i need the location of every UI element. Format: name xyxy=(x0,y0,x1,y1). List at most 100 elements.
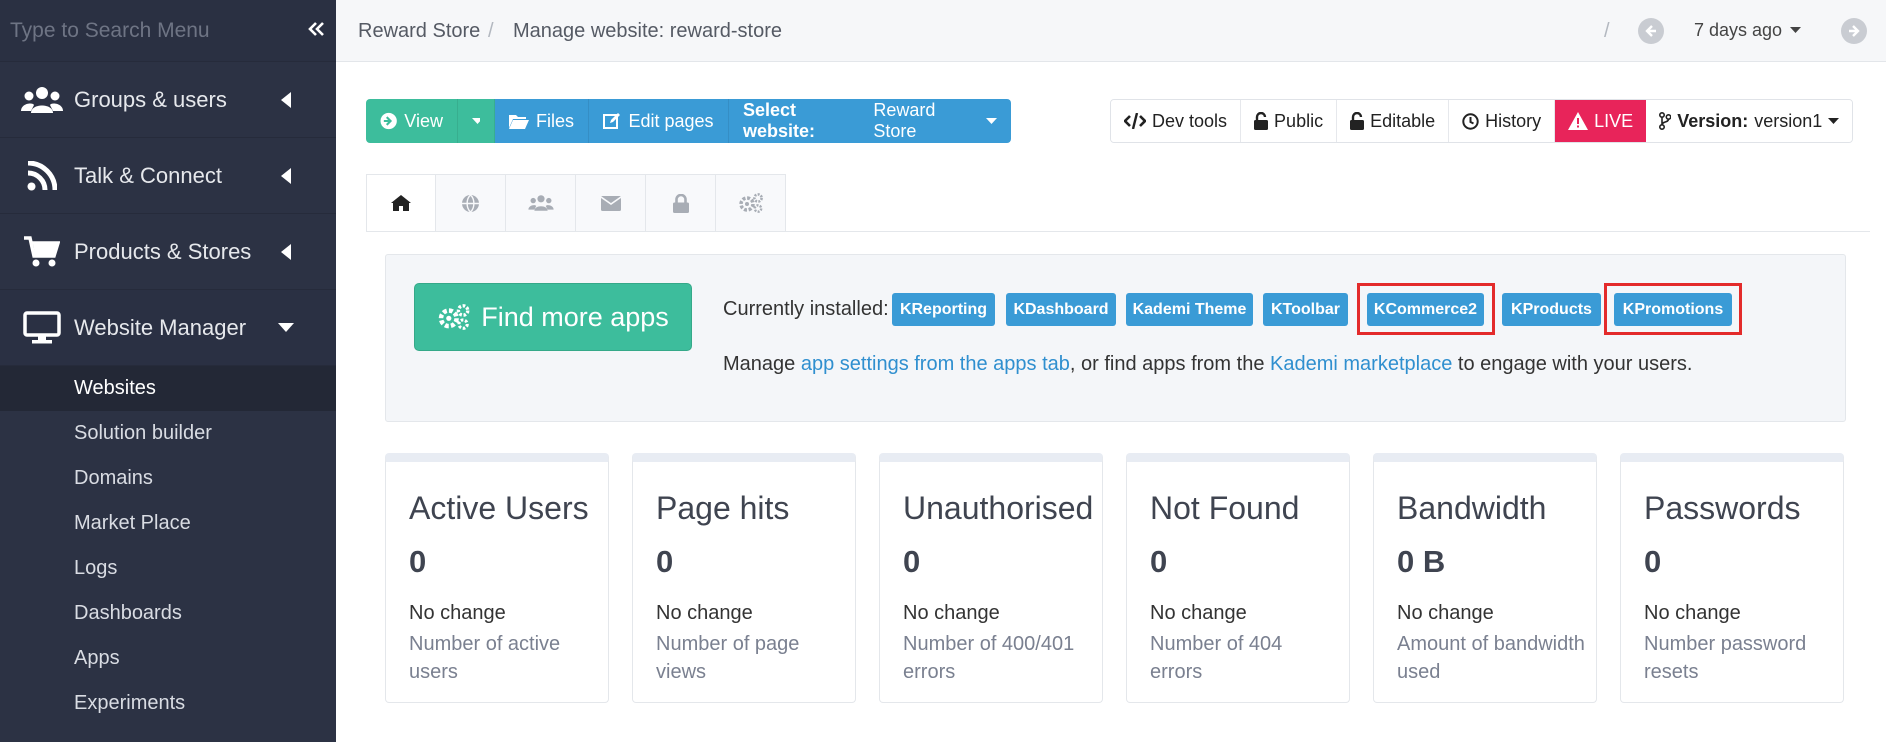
breadcrumb-separator: / xyxy=(488,20,494,42)
version-dropdown[interactable]: Version: version1 xyxy=(1646,100,1853,142)
nav-products-stores[interactable]: Products & Stores xyxy=(0,214,336,290)
stat-description: Number of 400/401 errors xyxy=(903,633,1075,683)
arrow-left-icon xyxy=(1645,25,1656,37)
app-badge-kademi-theme[interactable]: Kademi Theme xyxy=(1126,293,1253,326)
stat-change: No change xyxy=(409,602,506,624)
stat-title: Active Users xyxy=(409,490,589,526)
stat-value: 0 xyxy=(1644,544,1662,579)
sub-item-experiments[interactable]: Experiments xyxy=(0,681,336,726)
tab-security[interactable] xyxy=(646,174,716,232)
edit-icon xyxy=(603,113,621,129)
menu-search-input[interactable] xyxy=(0,0,290,62)
envelope-icon xyxy=(600,195,621,211)
app-badge-kdashboard[interactable]: KDashboard xyxy=(1006,293,1116,326)
highlight-box-kpromotions xyxy=(1604,283,1742,335)
select-website-value: Reward Store xyxy=(873,100,936,141)
manage-suffix: to engage with your users. xyxy=(1452,353,1693,375)
sub-item-solution-builder[interactable]: Solution builder xyxy=(0,411,336,456)
stat-value: 0 xyxy=(656,544,674,579)
app-badge-ktoolbar[interactable]: KToolbar xyxy=(1263,293,1348,326)
clock-icon xyxy=(1462,112,1479,130)
tab-users[interactable] xyxy=(506,174,576,232)
time-range-select[interactable]: 7 days ago xyxy=(1694,20,1802,41)
history-back-button[interactable] xyxy=(1638,18,1664,44)
stat-title: Unauthorised xyxy=(903,490,1094,526)
history-button[interactable]: History xyxy=(1449,100,1556,142)
breadcrumb-reward-store[interactable]: Reward Store xyxy=(358,20,480,43)
nav-website-manager[interactable]: Website Manager xyxy=(0,290,336,366)
apps-tab-link[interactable]: app settings from the apps tab xyxy=(801,353,1070,375)
stat-card-page-hits: Page hits 0 No change Number of page vie… xyxy=(632,453,856,703)
stat-change: No change xyxy=(1150,602,1247,624)
sub-item-market-place[interactable]: Market Place xyxy=(0,501,336,546)
manage-apps-text: Manage app settings from the apps tab, o… xyxy=(723,353,1692,376)
breadcrumb-bar: Reward Store / Manage website: reward-st… xyxy=(336,0,1886,62)
tab-domains[interactable] xyxy=(436,174,506,232)
stat-card-not-found: Not Found 0 No change Number of 404 erro… xyxy=(1126,453,1350,703)
public-button[interactable]: Public xyxy=(1241,100,1338,142)
files-label: Files xyxy=(535,110,574,131)
nav-label: Groups & users xyxy=(74,86,227,112)
cogs-icon xyxy=(738,193,763,213)
globe-icon xyxy=(462,193,479,213)
nav-label: Talk & Connect xyxy=(74,162,222,188)
app-badge-kproducts[interactable]: KProducts xyxy=(1502,293,1601,326)
sub-item-domains[interactable]: Domains xyxy=(0,456,336,501)
manage-prefix: Manage xyxy=(723,353,801,375)
tab-email[interactable] xyxy=(576,174,646,232)
dev-tools-button[interactable]: Dev tools xyxy=(1111,100,1242,142)
stat-value: 0 B xyxy=(1397,544,1446,579)
stat-description: Number of active users xyxy=(409,633,561,683)
collapse-sidebar-button[interactable] xyxy=(304,16,330,42)
stat-description: Amount of bandwidth used xyxy=(1397,633,1585,683)
version-label: Version: xyxy=(1677,110,1749,131)
website-actions-toolbar: View Files Edit pages Select website: Re… xyxy=(366,99,1011,143)
public-label: Public xyxy=(1274,110,1324,131)
history-forward-button[interactable] xyxy=(1841,18,1867,44)
view-dropdown-button[interactable] xyxy=(458,99,495,143)
rss-icon xyxy=(20,138,64,214)
warning-icon xyxy=(1568,112,1589,130)
live-label: LIVE xyxy=(1594,110,1634,131)
tab-settings[interactable] xyxy=(716,174,786,232)
nav-groups-users[interactable]: Groups & users xyxy=(0,62,336,138)
live-button[interactable]: LIVE xyxy=(1555,100,1647,142)
view-button[interactable]: View xyxy=(366,99,458,143)
stat-title: Not Found xyxy=(1150,490,1300,526)
marketplace-link[interactable]: Kademi marketplace xyxy=(1270,353,1452,375)
arrow-right-icon xyxy=(1849,25,1860,37)
main-content: View Files Edit pages Select website: Re… xyxy=(336,62,1886,742)
sub-item-websites[interactable]: Websites xyxy=(0,366,336,411)
caret-left-icon xyxy=(278,90,294,110)
breadcrumb-manage-website[interactable]: Manage website: reward-store xyxy=(513,20,782,43)
stat-value: 0 xyxy=(903,544,921,579)
nav-label: Website Manager xyxy=(74,314,247,340)
find-more-apps-label: Find more apps xyxy=(481,301,669,332)
code-icon xyxy=(1124,113,1146,129)
tab-divider xyxy=(366,231,1870,232)
stat-title: Passwords xyxy=(1644,490,1801,526)
stat-title: Bandwidth xyxy=(1397,490,1547,526)
files-button[interactable]: Files xyxy=(495,99,589,143)
sub-item-dashboards[interactable]: Dashboards xyxy=(0,591,336,636)
select-website-dropdown[interactable]: Select website: Reward Store xyxy=(729,99,1011,143)
edit-pages-label: Edit pages xyxy=(628,110,714,131)
app-badge-kreporting[interactable]: KReporting xyxy=(892,293,995,326)
arrow-circle-right-icon xyxy=(380,112,397,130)
edit-pages-button[interactable]: Edit pages xyxy=(589,99,729,143)
caret-down-icon xyxy=(1828,117,1840,124)
editable-button[interactable]: Editable xyxy=(1337,100,1450,142)
website-status-toolbar: Dev tools Public Editable History LIVE V… xyxy=(1110,99,1854,143)
caret-down-icon xyxy=(472,117,480,124)
nav-talk-connect[interactable]: Talk & Connect xyxy=(0,138,336,214)
sidebar: Groups & users Talk & Connect Products &… xyxy=(0,0,336,742)
tab-home[interactable] xyxy=(366,174,436,232)
sub-item-apps[interactable]: Apps xyxy=(0,636,336,681)
sub-item-logs[interactable]: Logs xyxy=(0,546,336,591)
unlock-icon xyxy=(1254,112,1269,130)
breadcrumb-separator: / xyxy=(1604,20,1610,42)
time-range-value: 7 days ago xyxy=(1694,20,1783,40)
website-tabs xyxy=(366,174,786,232)
find-more-apps-button[interactable]: Find more apps xyxy=(414,283,692,351)
highlight-box-kcommerce2 xyxy=(1357,283,1495,335)
